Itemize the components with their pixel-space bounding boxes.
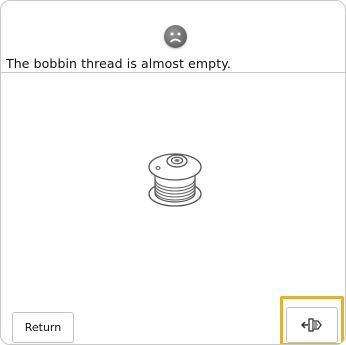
- bobbin-winding-button[interactable]: [286, 307, 338, 343]
- return-button[interactable]: Return: [12, 312, 74, 343]
- bobbin-icon: [147, 148, 203, 210]
- sad-face-icon: [164, 25, 187, 48]
- bobbin-warning-screen: The bobbin thread is almost empty. Retur…: [0, 0, 346, 345]
- bobbin-winding-icon: [300, 316, 323, 334]
- header-divider: [1, 72, 345, 73]
- warning-message: The bobbin thread is almost empty.: [6, 56, 231, 71]
